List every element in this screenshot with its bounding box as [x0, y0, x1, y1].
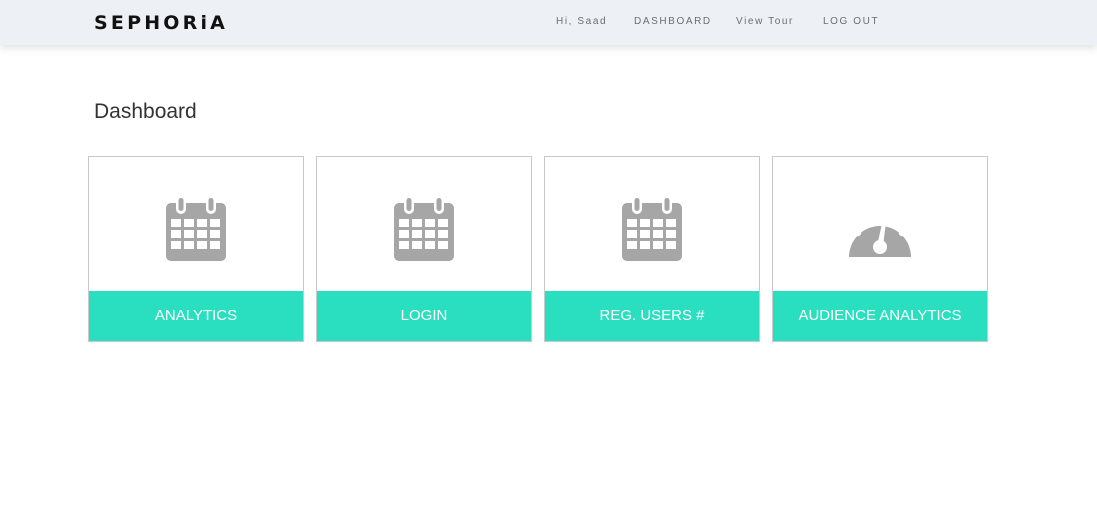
login-card-label[interactable]: LOGIN [317, 291, 531, 341]
analytics-card-label[interactable]: ANALYTICS [89, 291, 303, 341]
audience-analytics-card-label[interactable]: AUDIENCE ANALYTICS [773, 291, 987, 341]
nav-links: Hi, Saad DASHBOARD View Tour LOG OUT [0, 16, 1097, 30]
nav-greeting-user[interactable]: Hi, Saad [556, 16, 607, 28]
calendar-icon [166, 196, 226, 261]
nav-dashboard-link[interactable]: DASHBOARD [634, 16, 712, 28]
analytics-card[interactable]: ANALYTICS [88, 156, 304, 342]
calendar-icon [622, 196, 682, 261]
dashboard-gauge-icon [849, 210, 911, 257]
nav-logout-link[interactable]: LOG OUT [823, 16, 879, 28]
reg-users-card-label[interactable]: REG. USERS # [545, 291, 759, 341]
page-title: Dashboard [94, 100, 197, 123]
reg-users-card[interactable]: REG. USERS # [544, 156, 760, 342]
nav-view-tour-link[interactable]: View Tour [736, 16, 794, 28]
card-icon-area [317, 157, 531, 291]
card-icon-area [89, 157, 303, 291]
calendar-icon [394, 196, 454, 261]
card-icon-area [773, 157, 987, 291]
login-card[interactable]: LOGIN [316, 156, 532, 342]
top-navbar: SEPHORiA Hi, Saad DASHBOARD View Tour LO… [0, 0, 1097, 45]
audience-analytics-card[interactable]: AUDIENCE ANALYTICS [772, 156, 988, 342]
card-icon-area [545, 157, 759, 291]
